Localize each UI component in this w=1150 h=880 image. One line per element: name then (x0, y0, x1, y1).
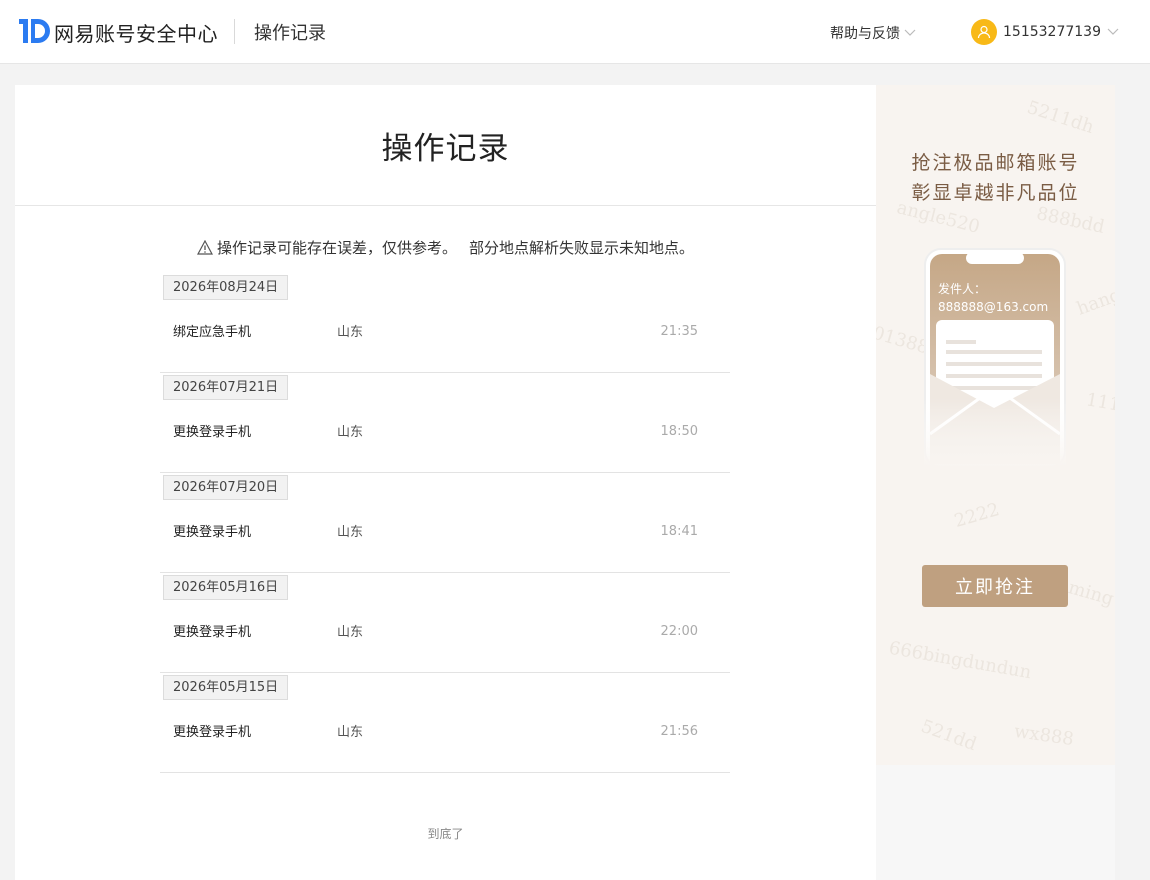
record-group: 2026年05月15日 更换登录手机 山东 21:56 (160, 673, 730, 773)
record-location: 山东 (337, 325, 364, 340)
page-title: 操作记录 (381, 131, 510, 167)
ad-sender: 发件人： 888888@163.com (938, 280, 1048, 316)
ad-watermark: 01388 (876, 322, 932, 359)
record-time: 22:00 (660, 624, 698, 639)
record-time: 18:41 (660, 524, 698, 539)
record-action: 更换登录手机 (173, 425, 252, 440)
notice-text-1: 操作记录可能存在误差，仅供参考。 (216, 239, 457, 257)
record-date: 2026年07月20日 (163, 475, 289, 500)
header-divider (234, 19, 235, 44)
record-location: 山东 (337, 525, 364, 540)
ad-sender-label: 发件人： (938, 282, 987, 296)
ad-watermark: hangs (1074, 281, 1115, 320)
title-divider (15, 205, 876, 206)
record-time: 21:35 (660, 324, 698, 339)
record-action: 更换登录手机 (173, 725, 252, 740)
ad-watermark: 888bdd (1034, 203, 1107, 238)
username: 15153277139 (1003, 24, 1101, 40)
ad-headline-2: 彰显卓越非凡品位 (911, 182, 1080, 204)
record-list: 2026年08月24日 绑定应急手机 山东 21:35 2026年07月21日 … (160, 273, 730, 773)
end-of-list-text: 到底了 (427, 827, 464, 841)
notice-bar: 操作记录可能存在误差，仅供参考。 部分地点解析失败显示未知地点。 (15, 237, 876, 258)
record-date: 2026年05月15日 (163, 675, 289, 700)
top-header: 网易账号安全中心 操作记录 帮助与反馈 15153277139 (0, 0, 1150, 64)
record-date: 2026年08月24日 (163, 275, 289, 300)
chevron-down-icon (1107, 28, 1119, 35)
ad-watermark: 666bingdundun (887, 637, 1033, 684)
grab-now-button[interactable]: 立即抢注 (922, 565, 1068, 607)
ad-watermark: 1111 (1084, 389, 1115, 418)
record-group: 2026年07月20日 更换登录手机 山东 18:41 (160, 473, 730, 573)
record-action: 绑定应急手机 (173, 325, 252, 340)
user-menu[interactable]: 15153277139 (971, 19, 1119, 45)
ad-watermark: ming (1065, 577, 1115, 610)
warning-icon (196, 240, 213, 255)
avatar (971, 19, 997, 45)
record-group: 2026年07月21日 更换登录手机 山东 18:50 (160, 373, 730, 473)
ad-watermark: wx888 (1012, 720, 1076, 751)
record-time: 21:56 (660, 724, 698, 739)
record-group: 2026年08月24日 绑定应急手机 山东 21:35 (160, 273, 730, 373)
user-icon (977, 25, 991, 39)
ad-bottom-filler (876, 765, 1115, 880)
record-action: 更换登录手机 (173, 525, 252, 540)
ad-watermark: 521dd (918, 715, 980, 756)
ad-headline-1: 抢注极品邮箱账号 (911, 152, 1080, 174)
record-location: 山东 (337, 625, 364, 640)
help-feedback-label: 帮助与反馈 (830, 26, 900, 42)
record-date: 2026年07月21日 (163, 375, 289, 400)
header-page-name: 操作记录 (254, 23, 326, 44)
record-group: 2026年05月16日 更换登录手机 山东 22:00 (160, 573, 730, 673)
ad-watermark: 2222 (951, 499, 1002, 532)
record-date: 2026年05月16日 (163, 575, 289, 600)
record-location: 山东 (337, 725, 364, 740)
record-location: 山东 (337, 425, 364, 440)
chevron-down-icon (904, 29, 916, 36)
brand-title[interactable]: 网易账号安全中心 (54, 18, 218, 47)
premium-email-ad[interactable]: 5211dh angle520 888bdd 01388 hangs 1111 … (876, 85, 1115, 765)
main-panel: 操作记录 操作记录可能存在误差，仅供参考。 部分地点解析失败显示未知地点。 20… (15, 85, 876, 880)
record-time: 18:50 (660, 424, 698, 439)
notice-text-2: 部分地点解析失败显示未知地点。 (469, 239, 695, 257)
ad-watermark: 5211dh (1024, 96, 1097, 139)
record-action: 更换登录手机 (173, 625, 252, 640)
help-feedback-menu[interactable]: 帮助与反馈 (830, 23, 916, 43)
netease-id-logo-icon[interactable] (19, 18, 51, 44)
ad-sender-email: 888888@163.com (938, 300, 1049, 314)
